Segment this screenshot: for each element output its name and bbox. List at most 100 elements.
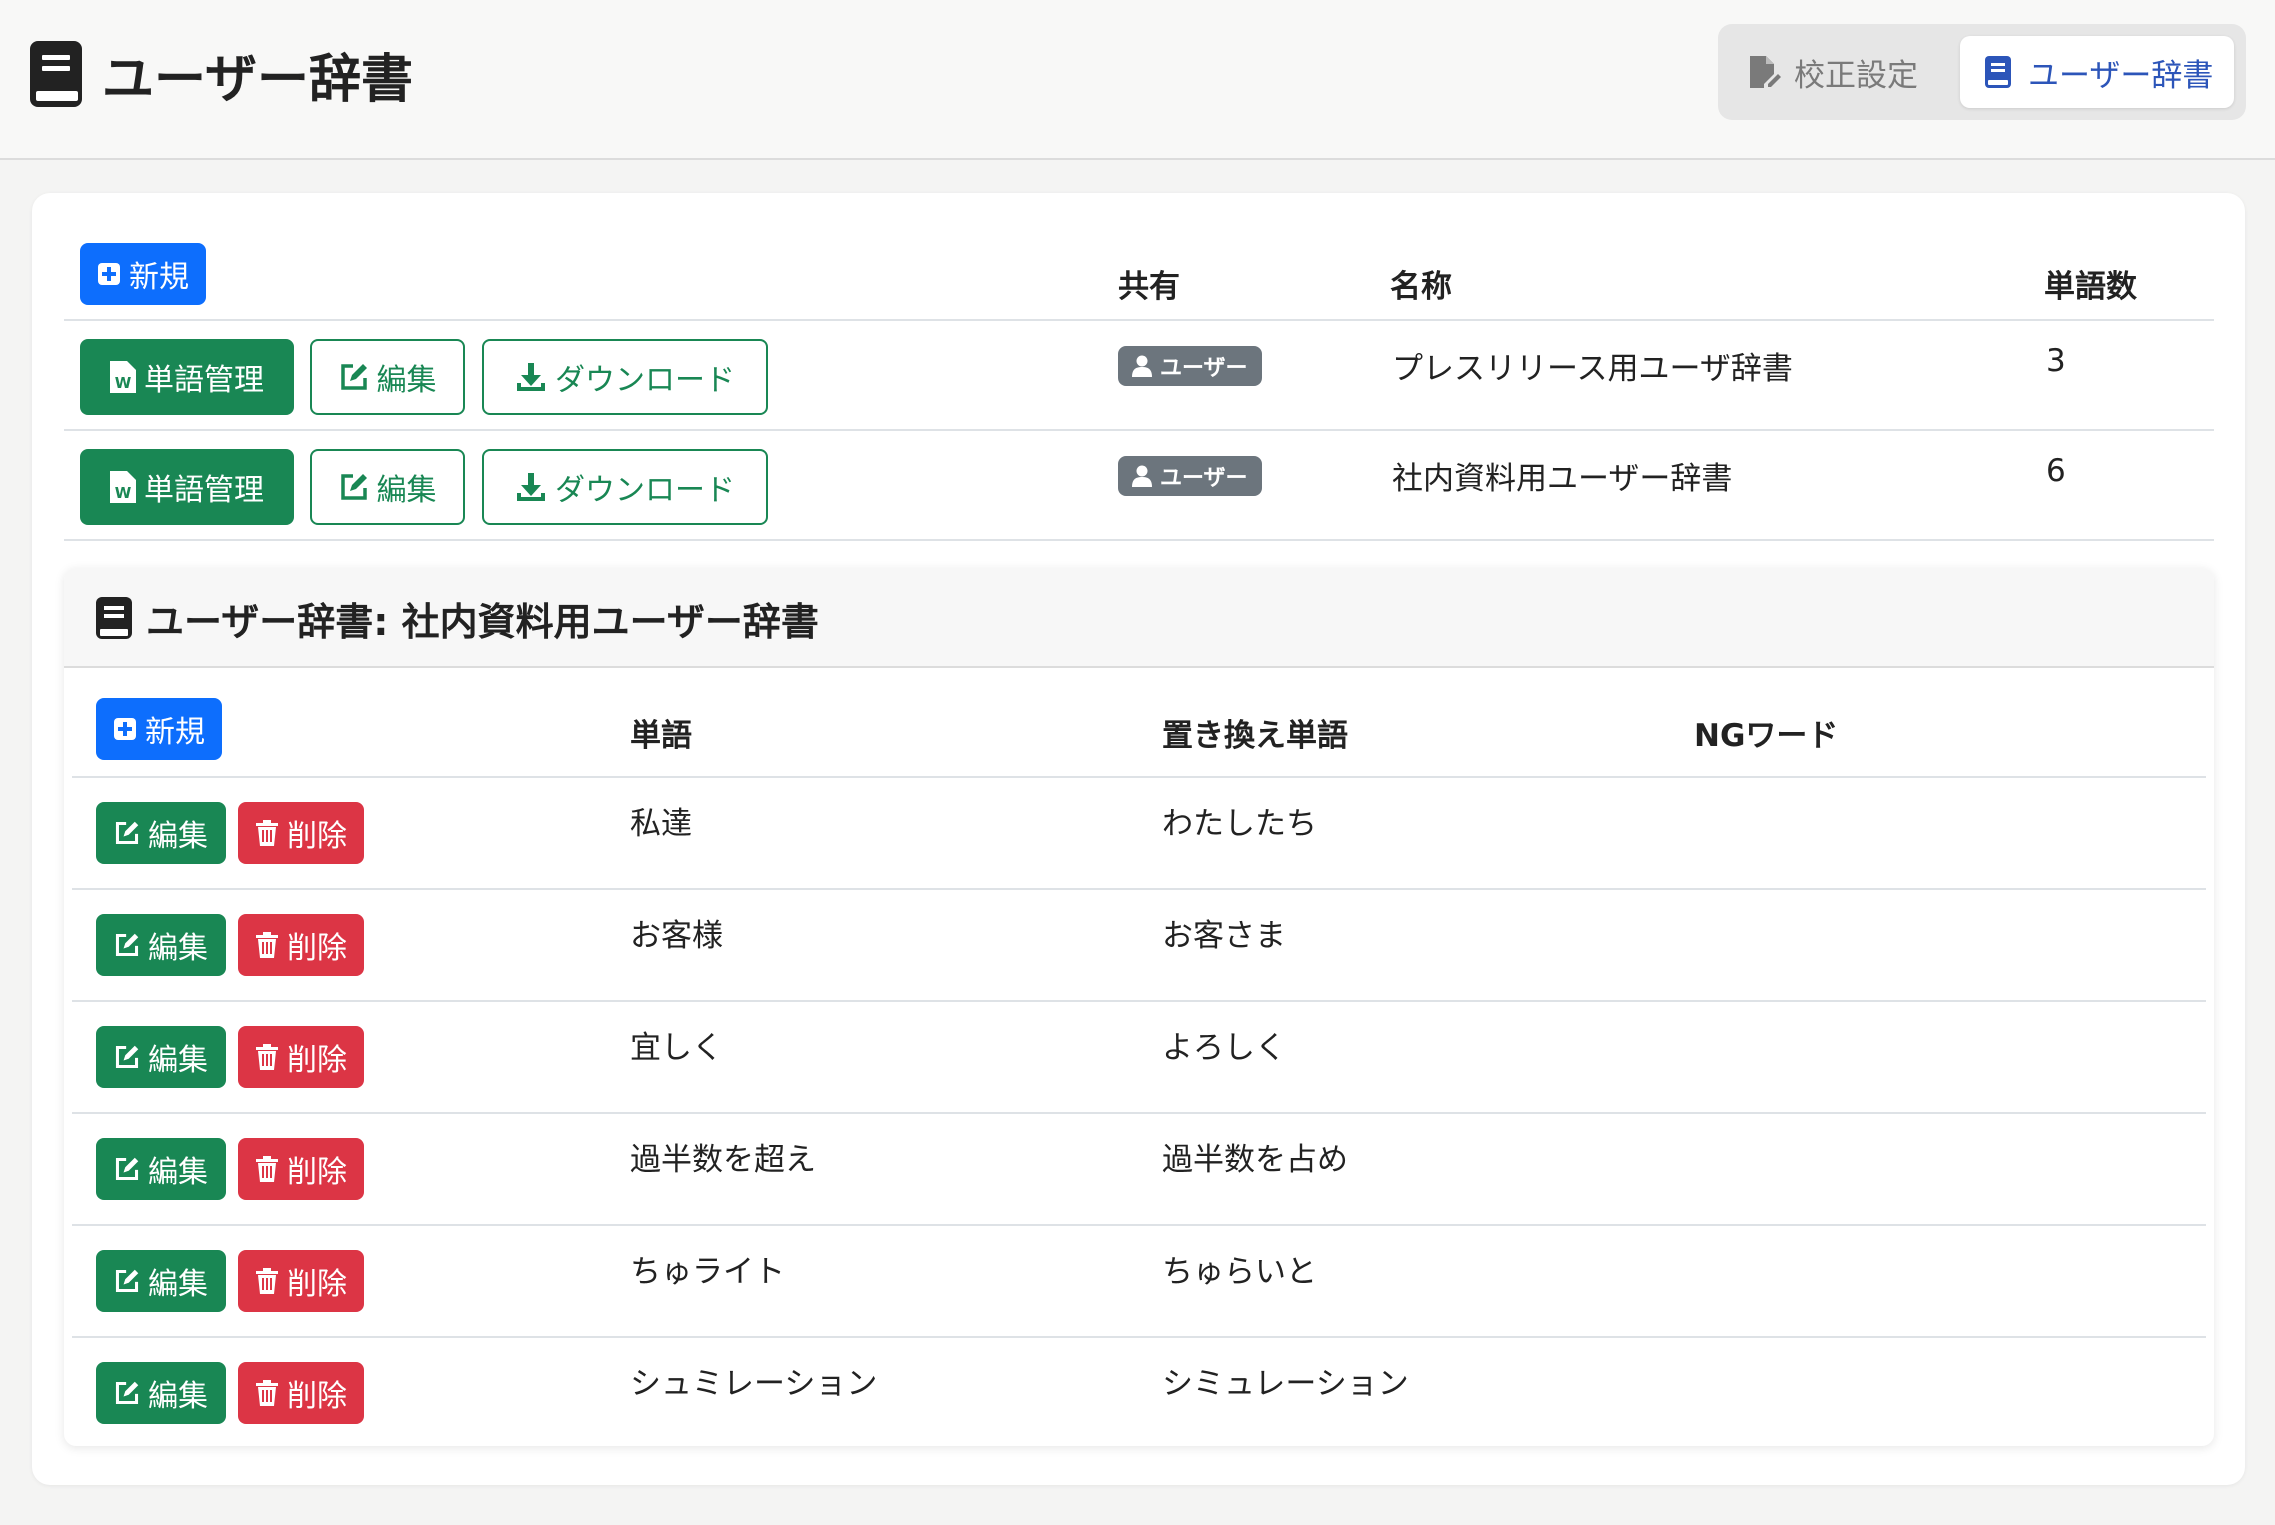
dictionary-name: 社内資料用ユーザー辞書: [1392, 461, 1733, 497]
edit-word-label: 編集: [148, 1155, 208, 1190]
word-cell: 過半数を超え: [630, 1142, 816, 1178]
file-word-icon: W: [110, 471, 136, 503]
trash-icon: [256, 1268, 278, 1294]
column-header-word: 単語: [630, 718, 692, 754]
edit-word-button[interactable]: 編集: [96, 1138, 226, 1200]
new-word-button[interactable]: 新規: [96, 698, 222, 760]
download-dictionary-button[interactable]: ダウンロード: [482, 449, 768, 525]
edit-dictionary-button[interactable]: 編集: [310, 449, 465, 525]
book-icon: [30, 41, 82, 107]
edit-icon: [340, 364, 367, 390]
delete-word-label: 削除: [287, 1379, 347, 1414]
delete-word-label: 削除: [287, 931, 347, 966]
table-header-divider: [64, 319, 2214, 321]
replacement-cell: 過半数を占め: [1162, 1142, 1348, 1178]
download-dictionary-button[interactable]: ダウンロード: [482, 339, 768, 415]
word-list-card-header: ユーザー辞書: 社内資料用ユーザー辞書: [64, 568, 2214, 668]
new-dictionary-button[interactable]: 新規: [80, 243, 206, 305]
edit-icon: [115, 1381, 139, 1405]
replacement-cell: わたしたち: [1162, 806, 1317, 842]
replacement-cell: ちゅらいと: [1162, 1254, 1317, 1290]
user-icon: [1132, 355, 1152, 377]
dictionary-list-card: 新規 共有 名称 単語数 W 単語管理 編集 ダウンロード ユーザー プレスリリ…: [32, 193, 2245, 1485]
column-header-ng-word: NGワード: [1694, 718, 1839, 754]
file-pen-icon: [1750, 56, 1781, 88]
delete-word-button[interactable]: 削除: [238, 914, 364, 976]
edit-word-button[interactable]: 編集: [96, 1026, 226, 1088]
delete-word-button[interactable]: 削除: [238, 1362, 364, 1424]
word-row-divider: [72, 1000, 2206, 1002]
svg-text:W: W: [115, 484, 132, 502]
delete-word-button[interactable]: 削除: [238, 1250, 364, 1312]
edit-dictionary-label: 編集: [376, 363, 437, 398]
table-row-divider: [64, 429, 2214, 431]
view-switcher: 校正設定 ユーザー辞書: [1718, 24, 2246, 120]
edit-word-label: 編集: [148, 1379, 208, 1414]
nav-user-dictionary[interactable]: ユーザー辞書: [1960, 36, 2234, 108]
download-icon: [517, 363, 545, 391]
manage-words-button[interactable]: W 単語管理: [80, 339, 294, 415]
edit-dictionary-label: 編集: [376, 473, 437, 508]
nav-proofreading-settings-label: 校正設定: [1794, 57, 1918, 94]
word-row-divider: [72, 888, 2206, 890]
edit-word-button[interactable]: 編集: [96, 914, 226, 976]
share-badge-label: ユーザー: [1160, 356, 1248, 381]
file-word-icon: W: [110, 361, 136, 393]
edit-word-label: 編集: [148, 1267, 208, 1302]
word-list-card: ユーザー辞書: 社内資料用ユーザー辞書 新規 単語 置き換え単語 NGワード 編…: [64, 568, 2214, 1446]
dictionary-name: プレスリリース用ユーザ辞書: [1392, 351, 1793, 387]
delete-word-button[interactable]: 削除: [238, 1138, 364, 1200]
column-header-share: 共有: [1118, 269, 1180, 305]
edit-word-button[interactable]: 編集: [96, 1250, 226, 1312]
share-badge-label: ユーザー: [1160, 466, 1248, 491]
edit-icon: [115, 933, 139, 957]
download-dictionary-label: ダウンロード: [555, 473, 735, 508]
book-icon: [1985, 56, 2011, 88]
nav-proofreading-settings[interactable]: 校正設定: [1726, 36, 1938, 108]
manage-words-button[interactable]: W 単語管理: [80, 449, 294, 525]
table-row-divider: [64, 539, 2214, 541]
word-list-title-text: ユーザー辞書: 社内資料用ユーザー辞書: [146, 599, 819, 644]
edit-icon: [115, 1045, 139, 1069]
column-header-name: 名称: [1390, 269, 1452, 305]
nav-user-dictionary-label: ユーザー辞書: [2028, 57, 2214, 94]
column-header-replacement: 置き換え単語: [1162, 718, 1348, 754]
edit-icon: [340, 474, 367, 500]
word-row-divider: [72, 1224, 2206, 1226]
word-cell: ちゅライト: [630, 1254, 785, 1290]
column-header-word-count: 単語数: [2044, 269, 2137, 305]
delete-word-button[interactable]: 削除: [238, 802, 364, 864]
delete-word-label: 削除: [287, 1043, 347, 1078]
edit-icon: [115, 1269, 139, 1293]
edit-word-label: 編集: [148, 819, 208, 854]
edit-icon: [115, 821, 139, 845]
delete-word-label: 削除: [287, 1155, 347, 1190]
new-word-label: 新規: [145, 715, 205, 750]
word-row-divider: [72, 1112, 2206, 1114]
word-cell: 私達: [630, 806, 692, 842]
plus-square-icon: [98, 263, 120, 285]
svg-text:W: W: [115, 374, 132, 392]
delete-word-button[interactable]: 削除: [238, 1026, 364, 1088]
page-title-text: ユーザー辞書: [102, 49, 413, 110]
user-icon: [1132, 465, 1152, 487]
trash-icon: [256, 932, 278, 958]
trash-icon: [256, 820, 278, 846]
delete-word-label: 削除: [287, 819, 347, 854]
edit-icon: [115, 1157, 139, 1181]
dictionary-word-count: 6: [2046, 453, 2066, 489]
top-bar: ユーザー辞書 校正設定 ユーザー辞書: [0, 0, 2275, 160]
replacement-cell: お客さま: [1162, 918, 1286, 954]
delete-word-label: 削除: [287, 1267, 347, 1302]
edit-word-label: 編集: [148, 931, 208, 966]
word-cell: シュミレーション: [630, 1366, 878, 1402]
trash-icon: [256, 1380, 278, 1406]
manage-words-label: 単語管理: [144, 363, 264, 398]
dictionary-word-count: 3: [2046, 343, 2066, 379]
replacement-cell: よろしく: [1162, 1030, 1286, 1066]
plus-square-icon: [114, 718, 136, 740]
edit-dictionary-button[interactable]: 編集: [310, 339, 465, 415]
share-badge: ユーザー: [1118, 346, 1262, 386]
edit-word-button[interactable]: 編集: [96, 1362, 226, 1424]
edit-word-button[interactable]: 編集: [96, 802, 226, 864]
